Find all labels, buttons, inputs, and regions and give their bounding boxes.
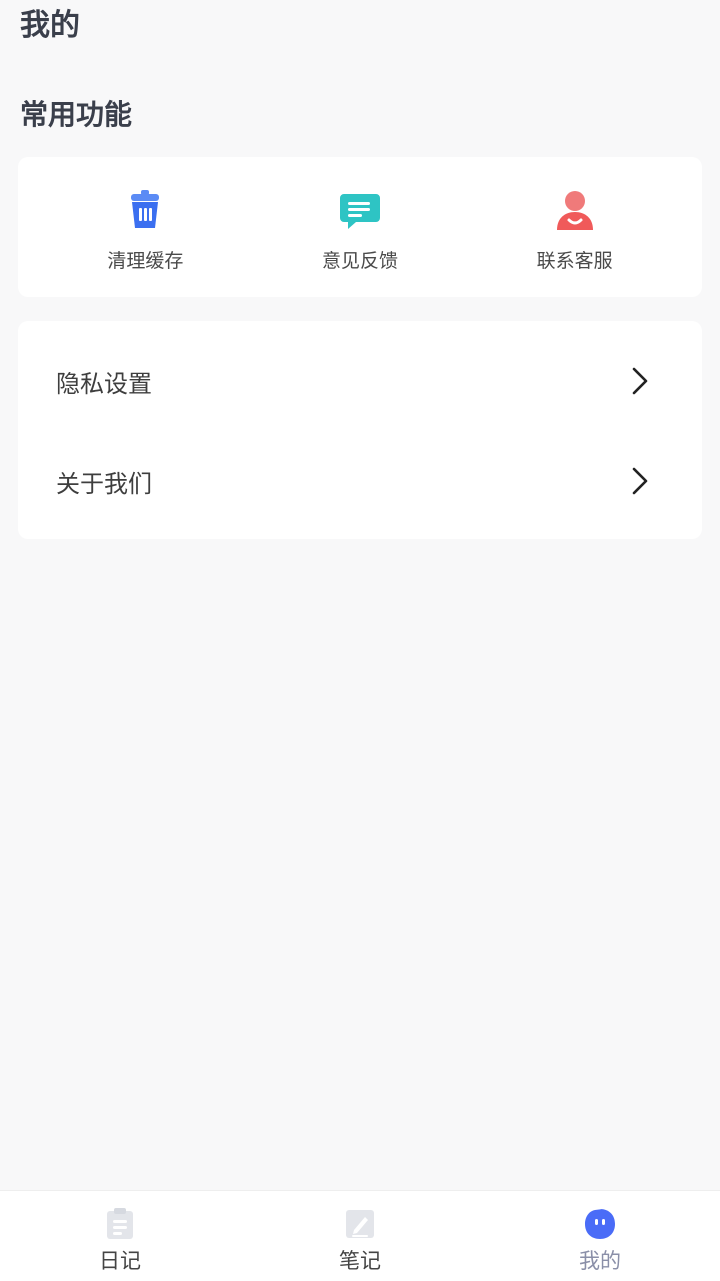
clear-cache-label: 清理缓存: [107, 249, 184, 272]
note-icon: [346, 1210, 374, 1238]
tab-notes[interactable]: 笔记: [240, 1191, 480, 1281]
quick-actions-card: 清理缓存 意见反馈 联系客服: [18, 157, 702, 297]
tab-diary[interactable]: 日记: [0, 1191, 240, 1281]
customer-service-button[interactable]: 联系客服: [485, 167, 665, 287]
feedback-icon: [339, 193, 380, 229]
about-us-item[interactable]: 关于我们: [18, 431, 702, 531]
tab-notes-label: 笔记: [339, 1249, 381, 1273]
tab-diary-label: 日记: [99, 1249, 141, 1273]
customer-service-icon: [556, 190, 593, 230]
clear-cache-button[interactable]: 清理缓存: [55, 167, 235, 287]
tab-profile-label: 我的: [579, 1249, 621, 1273]
settings-list-card: 隐私设置 关于我们: [18, 321, 702, 539]
bottom-tab-bar: 日记 笔记 我的: [0, 1190, 720, 1281]
section-title: 常用功能: [20, 98, 133, 131]
trash-icon: [131, 189, 160, 228]
about-us-label: 关于我们: [56, 469, 152, 498]
feedback-label: 意见反馈: [321, 249, 398, 272]
chevron-right-icon: [632, 367, 648, 395]
privacy-settings-label: 隐私设置: [56, 369, 152, 398]
page-title: 我的: [20, 8, 80, 43]
chevron-right-icon: [632, 467, 648, 495]
privacy-settings-item[interactable]: 隐私设置: [18, 331, 702, 431]
diary-icon: [107, 1208, 133, 1239]
feedback-button[interactable]: 意见反馈: [270, 167, 450, 287]
profile-icon: [585, 1209, 615, 1239]
tab-profile[interactable]: 我的: [480, 1191, 720, 1281]
customer-service-label: 联系客服: [536, 249, 613, 272]
